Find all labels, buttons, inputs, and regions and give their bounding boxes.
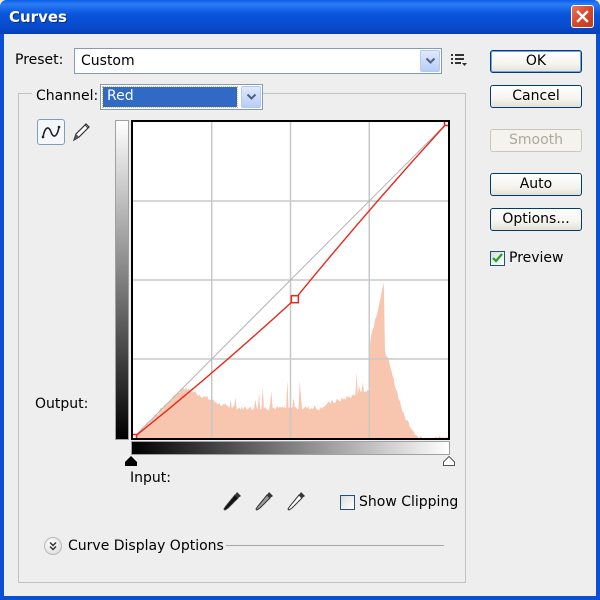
curve-display-options-label: Curve Display Options bbox=[68, 538, 224, 554]
output-gradient-bar bbox=[115, 120, 129, 440]
preset-options-menu-icon[interactable] bbox=[450, 52, 468, 68]
black-point-slider[interactable] bbox=[125, 456, 137, 466]
preset-dropdown-button[interactable] bbox=[420, 50, 440, 72]
curves-dialog: Curves Preset: Custom Channel: Red Outpu… bbox=[0, 0, 600, 600]
preset-label: Preset: bbox=[15, 52, 64, 68]
input-label: Input: bbox=[130, 470, 171, 486]
curves-graph[interactable] bbox=[131, 120, 450, 440]
chevron-down-icon bbox=[246, 93, 256, 100]
dialog-body: Preset: Custom Channel: Red Output: Inpu… bbox=[4, 34, 596, 596]
channel-value: Red bbox=[102, 86, 238, 108]
preview-checkbox-box[interactable] bbox=[490, 250, 505, 266]
channel-label: Channel: bbox=[32, 88, 103, 104]
curve-control-point[interactable] bbox=[290, 294, 300, 304]
preview-label: Preview bbox=[509, 250, 564, 266]
checkmark-icon bbox=[492, 253, 503, 263]
smooth-button[interactable]: Smooth bbox=[490, 129, 582, 152]
gray-point-eyedropper-icon[interactable] bbox=[254, 489, 276, 513]
curve-point-icon bbox=[41, 125, 61, 139]
auto-button[interactable]: Auto bbox=[490, 173, 582, 196]
double-chevron-down-icon bbox=[49, 541, 57, 551]
title-bar[interactable]: Curves bbox=[0, 0, 600, 34]
input-gradient-bar bbox=[131, 441, 450, 455]
chevron-down-icon bbox=[425, 57, 435, 64]
close-button[interactable] bbox=[571, 5, 594, 28]
channel-dropdown[interactable]: Red bbox=[100, 84, 263, 110]
close-x-icon bbox=[576, 10, 589, 23]
preset-dropdown[interactable]: Custom bbox=[74, 48, 442, 74]
preview-checkbox[interactable]: Preview bbox=[490, 250, 564, 266]
dialog-title: Curves bbox=[9, 8, 67, 26]
options-button[interactable]: Options... bbox=[490, 208, 582, 231]
separator-line bbox=[226, 545, 444, 546]
preset-value: Custom bbox=[81, 53, 135, 69]
pencil-icon[interactable] bbox=[70, 120, 92, 144]
white-point-eyedropper-icon[interactable] bbox=[286, 489, 308, 513]
output-label: Output: bbox=[35, 396, 89, 412]
white-point-slider[interactable] bbox=[443, 456, 455, 466]
expand-button[interactable] bbox=[44, 537, 62, 555]
show-clipping-checkbox[interactable]: Show Clipping bbox=[340, 494, 458, 510]
black-point-eyedropper-icon[interactable] bbox=[222, 489, 244, 513]
curve-control-point[interactable] bbox=[443, 122, 449, 127]
show-clipping-label: Show Clipping bbox=[359, 494, 459, 510]
ok-button[interactable]: OK bbox=[490, 50, 582, 73]
curves-graph-canvas[interactable] bbox=[133, 122, 448, 438]
channel-dropdown-button[interactable] bbox=[241, 86, 261, 108]
show-clipping-checkbox-box[interactable] bbox=[340, 494, 355, 510]
curve-tool-button[interactable] bbox=[37, 119, 65, 145]
curve-display-options-toggle[interactable]: Curve Display Options bbox=[44, 537, 224, 555]
cancel-button[interactable]: Cancel bbox=[490, 85, 582, 108]
curve-control-point[interactable] bbox=[133, 433, 138, 439]
